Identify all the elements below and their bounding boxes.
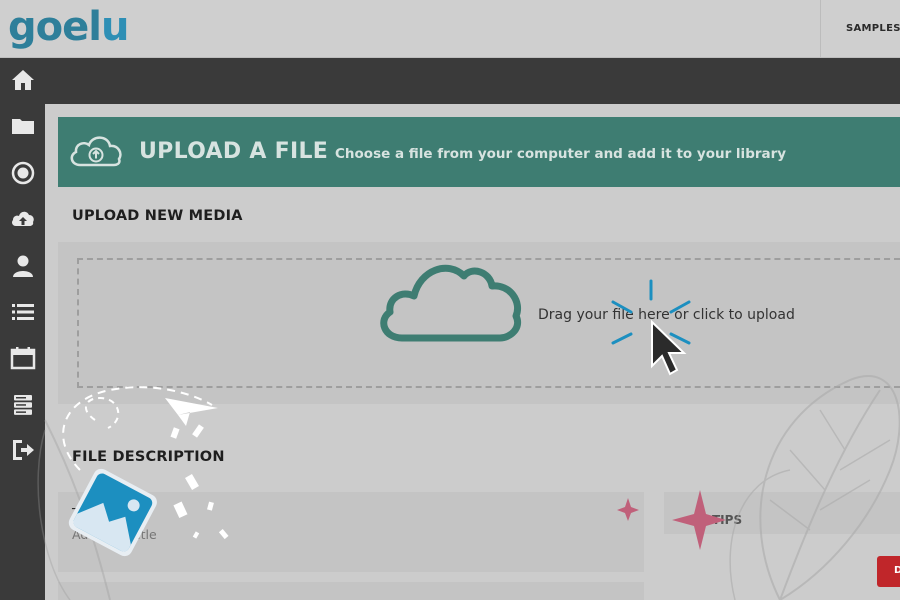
folder-icon (11, 119, 34, 134)
banner-title: UPLOAD A FILE (139, 139, 329, 164)
sidebar-item-folder[interactable] (0, 104, 45, 148)
record-icon (11, 161, 34, 185)
sidebar-item-record[interactable] (0, 151, 45, 195)
toolbar-strip (45, 58, 900, 104)
home-icon (11, 70, 34, 90)
samples-link[interactable]: SAMPLES (846, 23, 900, 34)
cloud-icon (380, 264, 521, 342)
file-description-title: FILE DESCRIPTION (72, 449, 225, 465)
upload-section-title: UPLOAD NEW MEDIA (72, 208, 243, 224)
sidebar-item-logout[interactable] (0, 428, 45, 472)
top-header: goelu SAMPLES (0, 0, 900, 58)
goelu-logo[interactable]: goelu (8, 4, 129, 50)
sidebar-item-user[interactable] (0, 244, 45, 288)
sidebar-item-calendar[interactable] (0, 336, 45, 380)
tips-label: TIPS (712, 513, 743, 527)
delete-button[interactable]: D (877, 556, 900, 587)
drop-zone-text[interactable]: Drag your file here or click to upload (538, 307, 795, 323)
sidebar-item-list[interactable] (0, 290, 45, 334)
user-icon (12, 255, 33, 277)
cloud-upload-icon (11, 211, 34, 226)
server-icon (13, 395, 32, 415)
sidebar (0, 58, 45, 600)
cloud-upload-icon (70, 136, 122, 167)
calendar-icon (10, 347, 35, 370)
title-input[interactable] (72, 527, 472, 542)
sidebar-item-server[interactable] (0, 383, 45, 427)
title-label: Title (72, 507, 100, 522)
list-icon (11, 304, 34, 320)
banner-subtitle: Choose a file from your computer and add… (335, 146, 787, 162)
logout-icon (12, 440, 34, 460)
sidebar-item-upload[interactable] (0, 197, 45, 241)
upload-banner: UPLOAD A FILE Choose a file from your co… (58, 117, 900, 187)
sidebar-item-home[interactable] (0, 58, 45, 102)
tips-panel (664, 492, 900, 534)
description-panel-lower (58, 582, 644, 600)
header-divider (820, 0, 821, 58)
